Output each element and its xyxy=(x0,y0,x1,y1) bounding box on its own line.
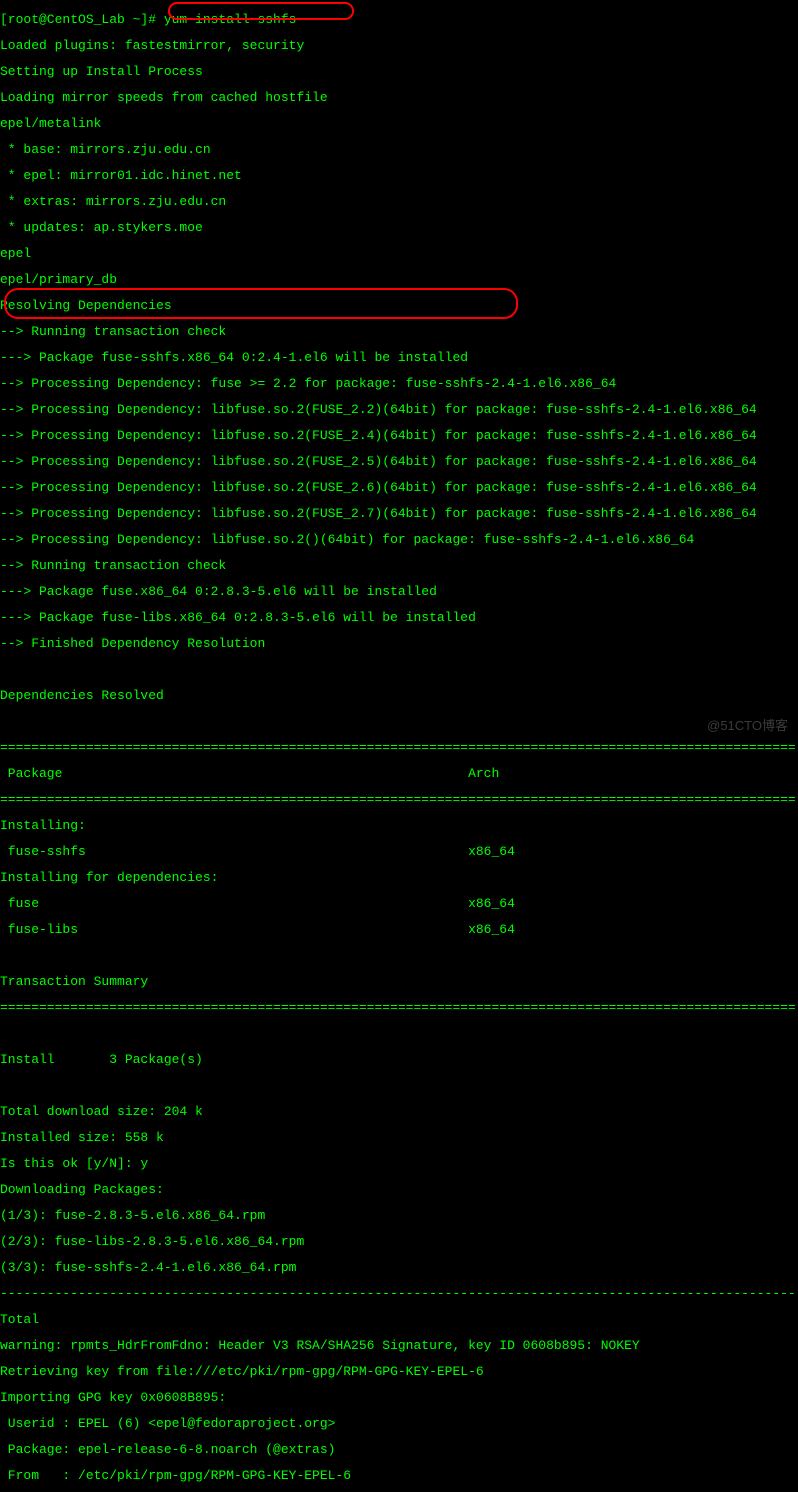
terminal-line: * base: mirrors.zju.edu.cn xyxy=(0,143,798,156)
table-row: fuse-sshfs x86_64 xyxy=(0,845,798,858)
terminal-line: Total download size: 204 k xyxy=(0,1105,798,1118)
terminal-output: [root@CentOS_Lab ~]# yum install sshfs L… xyxy=(0,0,798,1492)
terminal-line: epel xyxy=(0,247,798,260)
separator-line: ----------------------------------------… xyxy=(0,1287,798,1300)
terminal-line: ---> Package fuse-libs.x86_64 0:2.8.3-5.… xyxy=(0,611,798,624)
terminal-line: * updates: ap.stykers.moe xyxy=(0,221,798,234)
terminal-line: Installing: xyxy=(0,819,798,832)
terminal-line: ---> Package fuse-sshfs.x86_64 0:2.4-1.e… xyxy=(0,351,798,364)
terminal-line xyxy=(0,949,798,962)
terminal-line: Install 3 Package(s) xyxy=(0,1053,798,1066)
table-header: Package Arch xyxy=(0,767,798,780)
separator-line: ========================================… xyxy=(0,741,798,754)
terminal-line: --> Processing Dependency: libfuse.so.2(… xyxy=(0,429,798,442)
terminal-line: From : /etc/pki/rpm-gpg/RPM-GPG-KEY-EPEL… xyxy=(0,1469,798,1482)
terminal-line: (1/3): fuse-2.8.3-5.el6.x86_64.rpm xyxy=(0,1209,798,1222)
separator-line: ========================================… xyxy=(0,1001,798,1014)
prompt-input[interactable]: Is this ok [y/N]: y xyxy=(0,1157,798,1170)
terminal-line: Downloading Packages: xyxy=(0,1183,798,1196)
terminal-line xyxy=(0,1079,798,1092)
terminal-line xyxy=(0,663,798,676)
terminal-line: --> Processing Dependency: libfuse.so.2(… xyxy=(0,507,798,520)
terminal-line: [root@CentOS_Lab ~]# yum install sshfs xyxy=(0,13,798,26)
terminal-line: Retrieving key from file:///etc/pki/rpm-… xyxy=(0,1365,798,1378)
terminal-line xyxy=(0,715,798,728)
terminal-line: --> Running transaction check xyxy=(0,559,798,572)
terminal-line: Userid : EPEL (6) <epel@fedoraproject.or… xyxy=(0,1417,798,1430)
terminal-line: Loaded plugins: fastestmirror, security xyxy=(0,39,798,52)
terminal-line xyxy=(0,1027,798,1040)
terminal-line: (3/3): fuse-sshfs-2.4-1.el6.x86_64.rpm xyxy=(0,1261,798,1274)
terminal-line: * extras: mirrors.zju.edu.cn xyxy=(0,195,798,208)
terminal-line: (2/3): fuse-libs-2.8.3-5.el6.x86_64.rpm xyxy=(0,1235,798,1248)
watermark: @51CTO博客 xyxy=(707,719,788,732)
terminal-line: --> Processing Dependency: libfuse.so.2(… xyxy=(0,533,798,546)
terminal-line: Loading mirror speeds from cached hostfi… xyxy=(0,91,798,104)
terminal-line: Installing for dependencies: xyxy=(0,871,798,884)
terminal-line: epel/primary_db xyxy=(0,273,798,286)
terminal-line: --> Processing Dependency: libfuse.so.2(… xyxy=(0,455,798,468)
separator-line: ========================================… xyxy=(0,793,798,806)
terminal-line: * epel: mirror01.idc.hinet.net xyxy=(0,169,798,182)
terminal-line: epel/metalink xyxy=(0,117,798,130)
terminal-line: --> Running transaction check xyxy=(0,325,798,338)
terminal-line: Package: epel-release-6-8.noarch (@extra… xyxy=(0,1443,798,1456)
terminal-line: ---> Package fuse.x86_64 0:2.8.3-5.el6 w… xyxy=(0,585,798,598)
terminal-line: --> Processing Dependency: libfuse.so.2(… xyxy=(0,403,798,416)
terminal-line: Total xyxy=(0,1313,798,1326)
terminal-line: Setting up Install Process xyxy=(0,65,798,78)
table-row: fuse x86_64 xyxy=(0,897,798,910)
terminal-line: --> Processing Dependency: libfuse.so.2(… xyxy=(0,481,798,494)
table-row: fuse-libs x86_64 xyxy=(0,923,798,936)
terminal-line: --> Processing Dependency: fuse >= 2.2 f… xyxy=(0,377,798,390)
terminal-line: Transaction Summary xyxy=(0,975,798,988)
terminal-line: Dependencies Resolved xyxy=(0,689,798,702)
terminal-line: --> Finished Dependency Resolution xyxy=(0,637,798,650)
terminal-line: Importing GPG key 0x0608B895: xyxy=(0,1391,798,1404)
terminal-line: Installed size: 558 k xyxy=(0,1131,798,1144)
terminal-line: Resolving Dependencies xyxy=(0,299,798,312)
terminal-line: warning: rpmts_HdrFromFdno: Header V3 RS… xyxy=(0,1339,798,1352)
